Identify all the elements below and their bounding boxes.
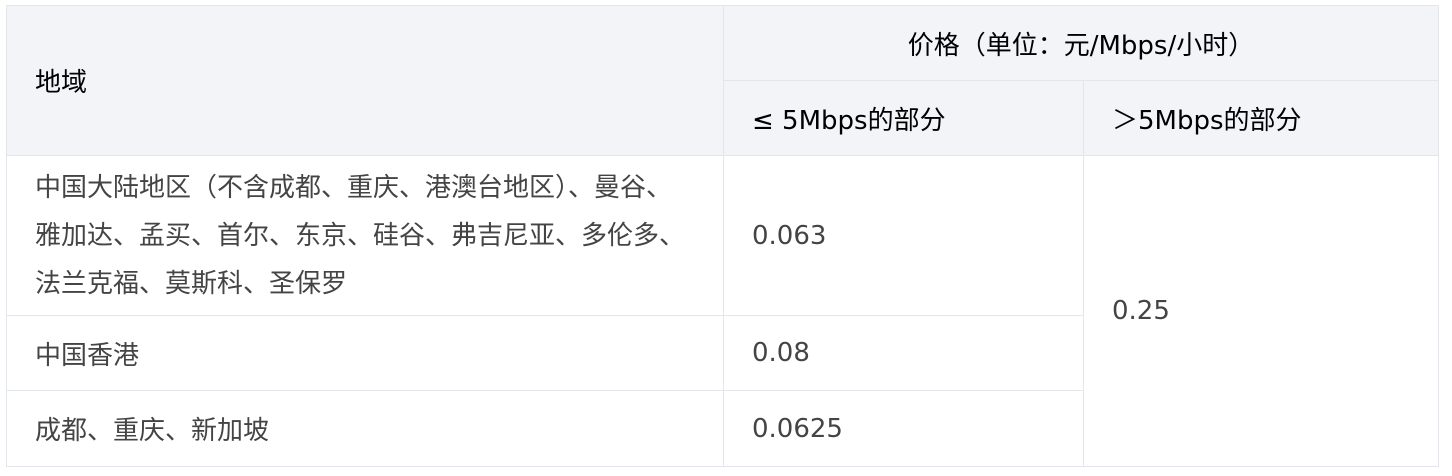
header-region: 地域: [6, 5, 724, 156]
table-row: 中国大陆地区（不含成都、重庆、港澳台地区）、曼谷、雅加达、孟买、首尔、东京、硅谷…: [6, 155, 1439, 467]
price-gt-5-cell: 0.25: [1083, 155, 1439, 467]
header-price-group: 价格（单位：元/Mbps/小时）: [723, 5, 1439, 81]
region-cell: 成都、重庆、新加坡: [6, 390, 724, 467]
region-cell: 中国香港: [6, 315, 724, 391]
price-le-5-cell: 0.0625: [723, 390, 1084, 467]
header-gt-5mbps: ＞5Mbps的部分: [1083, 80, 1439, 156]
region-cell: 中国大陆地区（不含成都、重庆、港澳台地区）、曼谷、雅加达、孟买、首尔、东京、硅谷…: [6, 155, 724, 316]
table-body: 中国大陆地区（不含成都、重庆、港澳台地区）、曼谷、雅加达、孟买、首尔、东京、硅谷…: [6, 155, 1439, 467]
header-le-5mbps: ≤ 5Mbps的部分: [723, 80, 1084, 156]
table-header: 地域 价格（单位：元/Mbps/小时） ≤ 5Mbps的部分 ＞5Mbps的部分: [6, 5, 1439, 156]
bandwidth-price-table: 地域 价格（单位：元/Mbps/小时） ≤ 5Mbps的部分 ＞5Mbps的部分…: [6, 5, 1439, 467]
header-row-top: 地域 价格（单位：元/Mbps/小时）: [6, 5, 1439, 156]
price-le-5-cell: 0.08: [723, 315, 1084, 391]
price-le-5-cell: 0.063: [723, 155, 1084, 316]
